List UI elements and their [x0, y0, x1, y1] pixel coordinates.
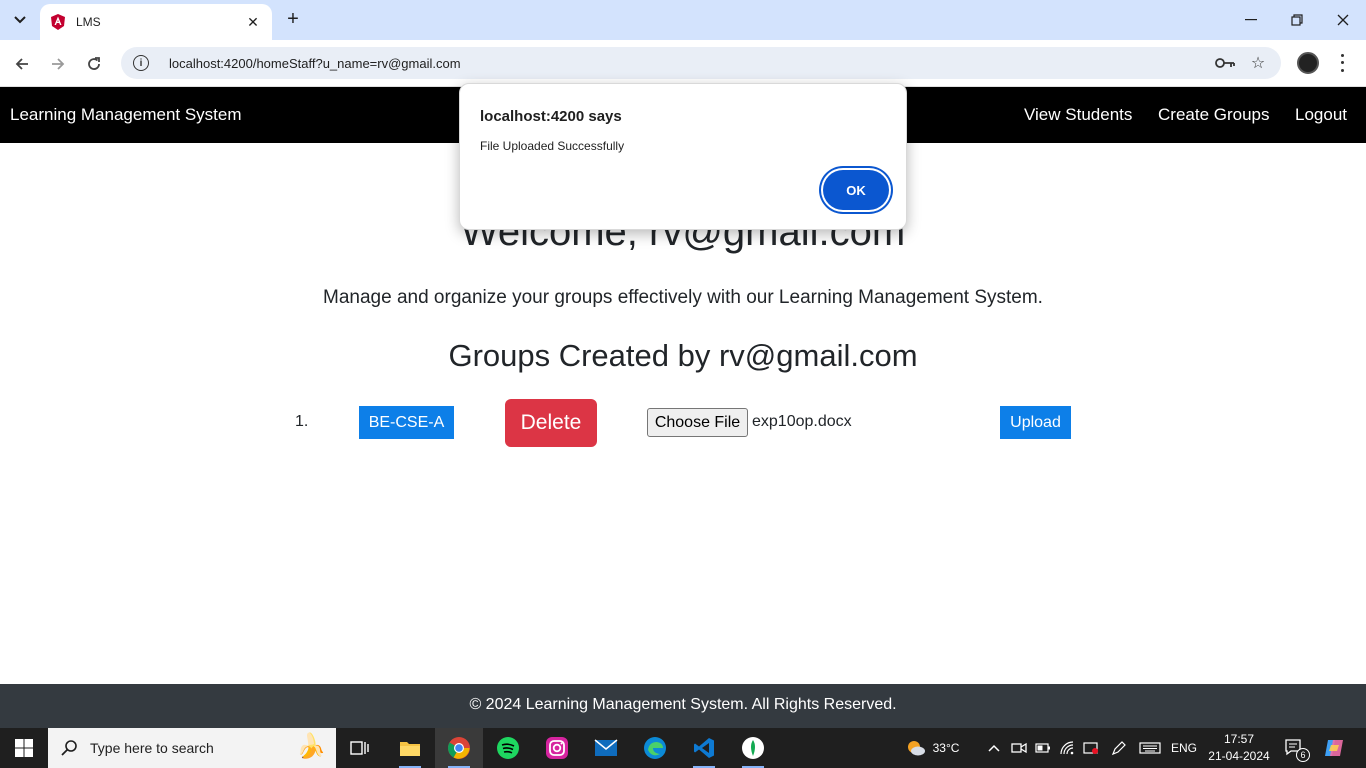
- search-placeholder: Type here to search: [90, 740, 214, 756]
- weather-widget[interactable]: 33°C: [902, 728, 962, 768]
- mongodb-compass-icon[interactable]: [729, 728, 777, 768]
- address-toolbar: i localhost:4200/homeStaff?u_name=rv@gma…: [0, 40, 1366, 87]
- search-icon: [61, 740, 77, 756]
- taskbar-clock[interactable]: 17:57 21-04-2024: [1208, 731, 1270, 765]
- spotify-icon[interactable]: [484, 728, 532, 768]
- upload-button[interactable]: Upload: [1000, 406, 1071, 439]
- angular-favicon-icon: [51, 14, 65, 30]
- notification-count-badge: 6: [1296, 748, 1310, 762]
- pen-icon[interactable]: [1110, 728, 1128, 768]
- language-indicator[interactable]: ENG: [1170, 728, 1198, 768]
- search-highlight-icon: 🍌: [296, 733, 326, 760]
- edge-icon[interactable]: [631, 728, 679, 768]
- plus-icon[interactable]: +: [282, 8, 304, 30]
- dialog-ok-button[interactable]: OK: [823, 170, 889, 210]
- omnibox[interactable]: i localhost:4200/homeStaff?u_name=rv@gma…: [121, 47, 1281, 79]
- site-info-icon[interactable]: i: [133, 55, 149, 71]
- chrome-icon[interactable]: [435, 728, 483, 768]
- subtitle-text: Manage and organize your groups effectiv…: [323, 287, 1043, 308]
- delete-button[interactable]: Delete: [505, 399, 597, 447]
- instagram-icon[interactable]: [533, 728, 581, 768]
- group-index: 1.: [295, 413, 309, 430]
- clock-time: 17:57: [1223, 732, 1255, 746]
- clock-date: 21-04-2024: [1208, 749, 1270, 763]
- forward-icon[interactable]: [45, 51, 71, 77]
- brand-link[interactable]: Learning Management System: [10, 105, 242, 125]
- browser-tab[interactable]: LMS ✕: [40, 4, 272, 40]
- file-explorer-icon[interactable]: [386, 728, 434, 768]
- site-footer: © 2024 Learning Management System. All R…: [0, 684, 1366, 728]
- group-name-button[interactable]: BE-CSE-A: [359, 406, 454, 439]
- browser-tab-strip: LMS ✕ +: [0, 0, 1366, 40]
- url-text[interactable]: localhost:4200/homeStaff?u_name=rv@gmail…: [169, 56, 461, 71]
- chevron-up-icon[interactable]: [986, 728, 1002, 768]
- dialog-title: localhost:4200 says: [480, 108, 622, 125]
- profile-avatar[interactable]: [1297, 52, 1319, 74]
- wifi-icon[interactable]: [1059, 728, 1077, 768]
- taskbar-search-input[interactable]: Type here to search 🍌: [48, 728, 336, 768]
- vscode-icon[interactable]: [680, 728, 728, 768]
- bookmark-star-icon[interactable]: ☆: [1248, 53, 1268, 73]
- nav-create-groups[interactable]: Create Groups: [1158, 105, 1270, 125]
- choose-file-button[interactable]: Choose File: [647, 408, 748, 437]
- task-view-icon[interactable]: [336, 728, 384, 768]
- battery-icon[interactable]: [1034, 728, 1052, 768]
- selected-file-name: exp10op.docx: [752, 413, 852, 430]
- volume-icon[interactable]: [1082, 728, 1100, 768]
- meet-now-icon[interactable]: [1010, 728, 1028, 768]
- menu-dots-icon[interactable]: [1334, 52, 1350, 74]
- windows-taskbar: Type here to search 🍌 33°C ENG 17:57 21-…: [0, 728, 1366, 768]
- close-icon[interactable]: ✕: [244, 14, 262, 31]
- nav-logout[interactable]: Logout: [1295, 105, 1347, 125]
- tab-title: LMS: [76, 15, 101, 29]
- keyboard-icon[interactable]: [1138, 728, 1162, 768]
- close-window-icon[interactable]: [1320, 4, 1366, 36]
- groups-heading: Groups Created by rv@gmail.com: [448, 338, 918, 373]
- alert-dialog: localhost:4200 says File Uploaded Succes…: [459, 83, 907, 230]
- copilot-icon[interactable]: [1320, 728, 1348, 768]
- mail-icon[interactable]: [582, 728, 630, 768]
- tab-dropdown-icon[interactable]: [8, 8, 32, 32]
- nav-view-students[interactable]: View Students: [1024, 105, 1132, 125]
- password-key-icon[interactable]: [1215, 53, 1235, 73]
- dialog-message: File Uploaded Successfully: [480, 139, 625, 153]
- weather-sun-cloud-icon: [907, 741, 925, 756]
- reload-icon[interactable]: [81, 51, 107, 77]
- back-icon[interactable]: [9, 51, 35, 77]
- weather-temperature: 33°C: [932, 741, 960, 755]
- minimize-icon[interactable]: [1228, 4, 1274, 36]
- restore-icon[interactable]: [1274, 4, 1320, 36]
- windows-start-icon[interactable]: [0, 728, 48, 768]
